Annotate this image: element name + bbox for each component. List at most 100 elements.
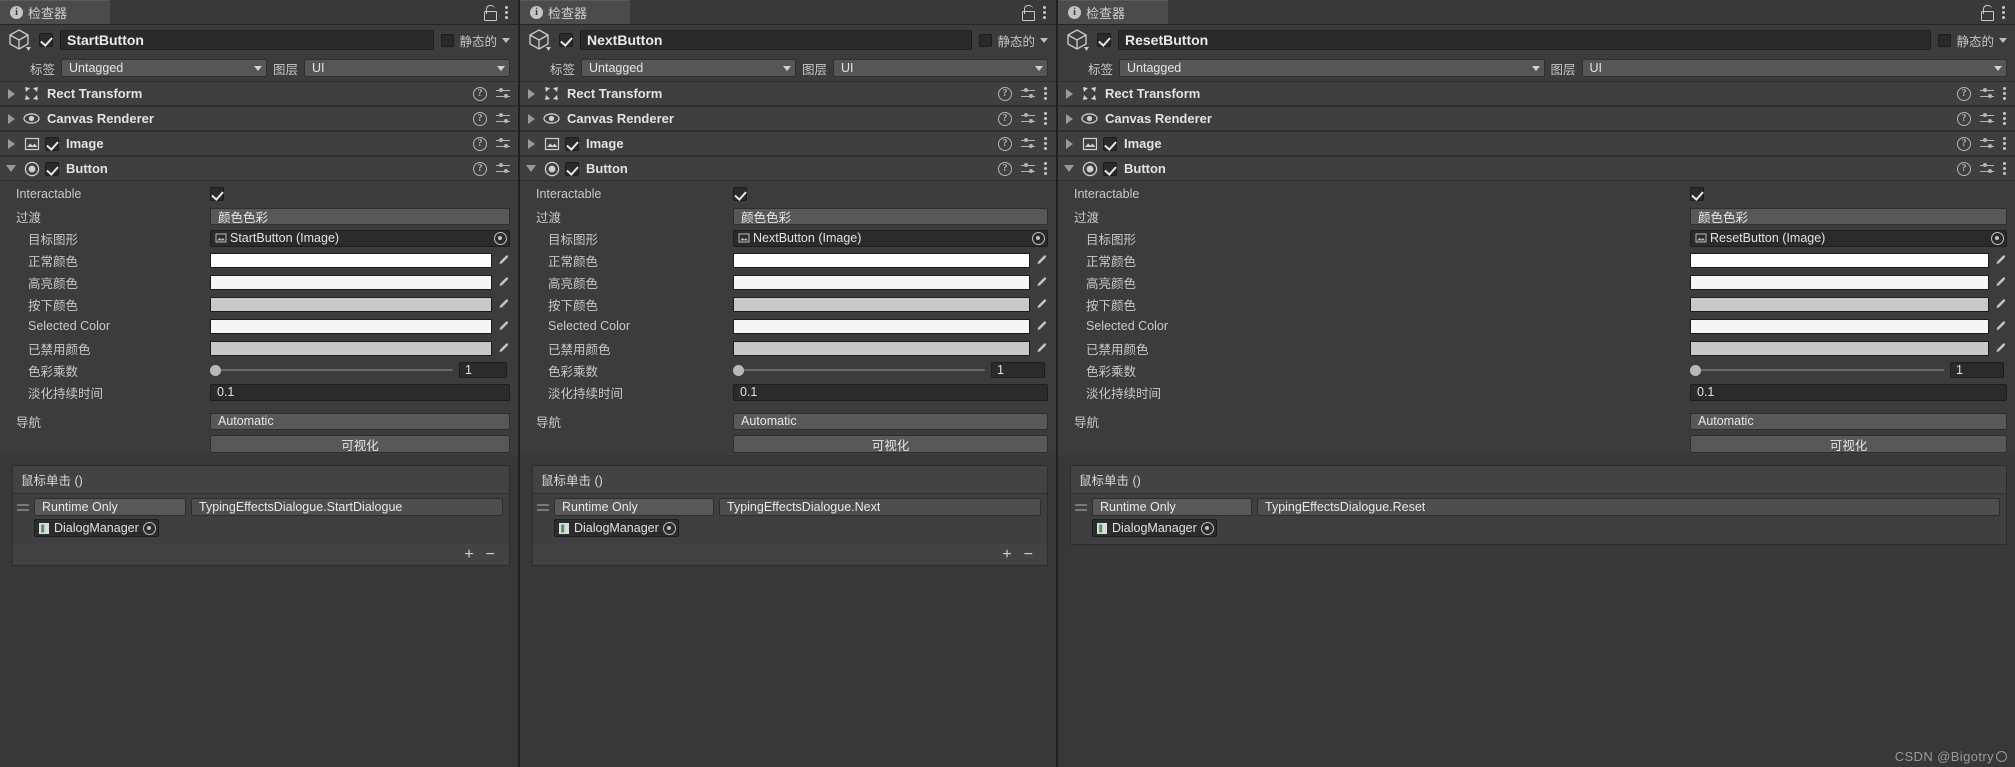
pressed-color-swatch[interactable] xyxy=(733,296,1030,312)
foldout-collapsed-icon[interactable] xyxy=(6,88,16,99)
color-multiplier-slider[interactable] xyxy=(733,364,985,376)
navigation-dropdown[interactable]: Automatic xyxy=(210,412,510,430)
component-header-canvas-renderer[interactable]: Canvas Renderer ? xyxy=(520,106,1056,131)
preset-icon[interactable] xyxy=(1980,137,1994,151)
preset-icon[interactable] xyxy=(496,162,510,176)
kebab-menu-icon[interactable] xyxy=(1043,5,1047,19)
preset-icon[interactable] xyxy=(1980,112,1994,126)
preset-icon[interactable] xyxy=(496,87,510,101)
help-icon[interactable]: ? xyxy=(998,136,1012,151)
kebab-menu-icon[interactable] xyxy=(1044,162,1048,176)
callback-function-dropdown[interactable]: TypingEffectsDialogue.StartDialogue xyxy=(191,498,503,516)
eyedropper-icon[interactable] xyxy=(1034,319,1048,334)
eyedropper-icon[interactable] xyxy=(1034,253,1048,268)
normal-color-swatch[interactable] xyxy=(1690,252,1989,268)
static-toggle-group[interactable]: 静态的 xyxy=(979,31,1048,50)
kebab-menu-icon[interactable] xyxy=(1044,87,1048,101)
color-multiplier-value[interactable]: 1 xyxy=(991,362,1045,378)
tag-dropdown[interactable]: Untagged xyxy=(581,59,796,77)
kebab-menu-icon[interactable] xyxy=(2003,112,2007,126)
normal-color-swatch[interactable] xyxy=(210,252,492,268)
component-header-canvas-renderer[interactable]: Canvas Renderer ? xyxy=(0,106,518,131)
disabled-color-swatch[interactable] xyxy=(210,340,492,356)
foldout-collapsed-icon[interactable] xyxy=(1064,138,1074,149)
callback-function-dropdown[interactable]: TypingEffectsDialogue.Next xyxy=(719,498,1041,516)
layer-dropdown[interactable]: UI xyxy=(304,59,510,77)
component-header-image[interactable]: Image ? xyxy=(520,131,1056,156)
remove-listener-button[interactable]: − xyxy=(486,546,495,563)
callback-object-field[interactable]: DialogManager xyxy=(34,519,159,537)
kebab-menu-icon[interactable] xyxy=(505,5,509,19)
navigation-dropdown[interactable]: Automatic xyxy=(733,412,1048,430)
component-header-button[interactable]: Button ? xyxy=(0,156,518,181)
eyedropper-icon[interactable] xyxy=(1034,297,1048,312)
gameobject-name-field[interactable]: StartButton xyxy=(60,30,435,50)
object-picker-icon[interactable] xyxy=(1991,231,2004,245)
static-dropdown-caret-icon[interactable] xyxy=(1040,37,1048,43)
slider-knob[interactable] xyxy=(210,364,221,376)
preset-icon[interactable] xyxy=(496,137,510,151)
preset-icon[interactable] xyxy=(1021,137,1035,151)
callback-function-dropdown[interactable]: TypingEffectsDialogue.Reset xyxy=(1257,498,2000,516)
preset-icon[interactable] xyxy=(1980,162,1994,176)
object-picker-icon[interactable] xyxy=(662,521,676,535)
component-header-button[interactable]: Button ? xyxy=(520,156,1056,181)
static-checkbox[interactable] xyxy=(441,33,455,47)
component-header-image[interactable]: Image ? xyxy=(0,131,518,156)
help-icon[interactable]: ? xyxy=(473,161,487,176)
kebab-menu-icon[interactable] xyxy=(1044,112,1048,126)
help-icon[interactable]: ? xyxy=(1957,161,1971,176)
eyedropper-icon[interactable] xyxy=(1993,297,2007,312)
transition-dropdown[interactable]: 颜色色彩 xyxy=(1690,207,2007,225)
help-icon[interactable]: ? xyxy=(473,111,487,126)
tab-inspector[interactable]: i 检查器 xyxy=(520,0,630,24)
visualize-button[interactable]: 可视化 xyxy=(1690,435,2007,453)
image-enabled-checkbox[interactable] xyxy=(565,136,579,151)
pressed-color-swatch[interactable] xyxy=(1690,296,1989,312)
foldout-collapsed-icon[interactable] xyxy=(526,88,536,99)
image-enabled-checkbox[interactable] xyxy=(45,136,59,151)
static-dropdown-caret-icon[interactable] xyxy=(1999,37,2007,43)
fade-duration-field[interactable]: 0.1 xyxy=(733,383,1048,401)
fade-duration-field[interactable]: 0.1 xyxy=(210,383,510,401)
layer-dropdown[interactable]: UI xyxy=(833,59,1048,77)
eyedropper-icon[interactable] xyxy=(1993,319,2007,334)
component-header-canvas-renderer[interactable]: Canvas Renderer ? xyxy=(1058,106,2015,131)
help-icon[interactable]: ? xyxy=(1957,86,1971,101)
fade-duration-field[interactable]: 0.1 xyxy=(1690,383,2007,401)
disabled-color-swatch[interactable] xyxy=(1690,340,1989,356)
tab-inspector[interactable]: i 检查器 xyxy=(1058,0,1168,24)
static-toggle-group[interactable]: 静态的 xyxy=(1938,31,2007,50)
color-multiplier-value[interactable]: 1 xyxy=(459,362,507,378)
preset-icon[interactable] xyxy=(1021,112,1035,126)
gameobject-enabled-checkbox[interactable] xyxy=(39,33,53,47)
target-graphic-object-field[interactable]: StartButton (Image) xyxy=(210,229,510,247)
add-listener-button[interactable]: + xyxy=(464,546,473,563)
preset-icon[interactable] xyxy=(496,112,510,126)
selected-color-swatch[interactable] xyxy=(210,318,492,334)
lock-icon[interactable] xyxy=(1980,5,1994,21)
foldout-collapsed-icon[interactable] xyxy=(1064,88,1074,99)
help-icon[interactable]: ? xyxy=(1957,111,1971,126)
kebab-menu-icon[interactable] xyxy=(2002,5,2006,19)
preset-icon[interactable] xyxy=(1980,87,1994,101)
foldout-collapsed-icon[interactable] xyxy=(6,113,16,124)
component-header-rect-transform[interactable]: Rect Transform ? xyxy=(520,81,1056,106)
kebab-menu-icon[interactable] xyxy=(2003,87,2007,101)
eyedropper-icon[interactable] xyxy=(496,341,510,356)
object-picker-icon[interactable] xyxy=(142,521,156,535)
object-picker-icon[interactable] xyxy=(1032,231,1045,245)
highlighted-color-swatch[interactable] xyxy=(1690,274,1989,290)
interactable-checkbox[interactable] xyxy=(210,187,224,201)
color-multiplier-value[interactable]: 1 xyxy=(1950,362,2004,378)
disabled-color-swatch[interactable] xyxy=(733,340,1030,356)
target-graphic-object-field[interactable]: ResetButton (Image) xyxy=(1690,229,2007,247)
help-icon[interactable]: ? xyxy=(998,86,1012,101)
pressed-color-swatch[interactable] xyxy=(210,296,492,312)
callback-mode-dropdown[interactable]: Runtime Only xyxy=(1092,498,1252,516)
layer-dropdown[interactable]: UI xyxy=(1581,59,2007,77)
button-enabled-checkbox[interactable] xyxy=(1103,161,1117,176)
highlighted-color-swatch[interactable] xyxy=(733,274,1030,290)
eyedropper-icon[interactable] xyxy=(496,319,510,334)
kebab-menu-icon[interactable] xyxy=(2003,162,2007,176)
